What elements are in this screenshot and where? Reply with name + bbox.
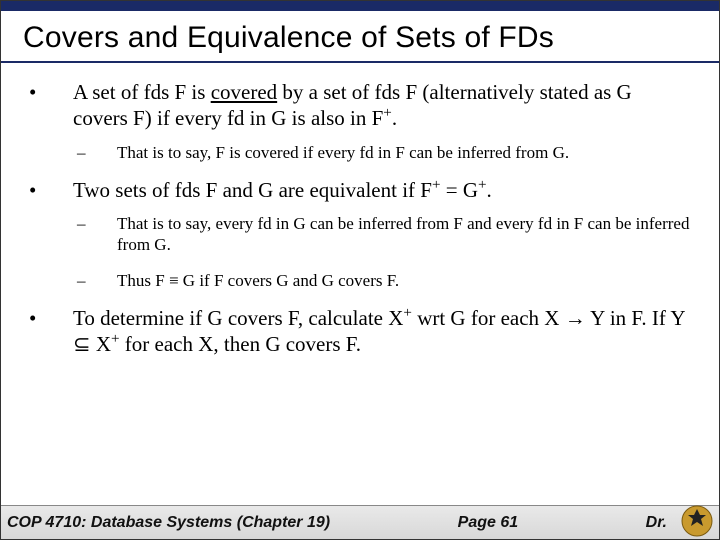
bullet-item: • Two sets of fds F and G are equivalent… [25, 177, 691, 203]
subbullet-text: That is to say, F is covered if every fd… [117, 142, 691, 163]
bullet-marker: • [25, 79, 73, 132]
subbullet-marker: – [77, 270, 117, 291]
ucf-logo-icon [681, 505, 713, 537]
footer-bar: COP 4710: Database Systems (Chapter 19) … [1, 505, 719, 539]
bullet-text: Two sets of fds F and G are equivalent i… [73, 177, 691, 203]
subbullet-marker: – [77, 213, 117, 256]
subbullet-marker: – [77, 142, 117, 163]
slide-body: • A set of fds F is covered by a set of … [1, 63, 719, 357]
subbullet-text: That is to say, every fd in G can be inf… [117, 213, 691, 256]
subbullet-item: – That is to say, F is covered if every … [25, 142, 691, 163]
bullet-item: • A set of fds F is covered by a set of … [25, 79, 691, 132]
top-bar [1, 1, 719, 11]
bullet-marker: • [25, 305, 73, 358]
footer-page: Page 61 [330, 514, 646, 532]
slide: Covers and Equivalence of Sets of FDs • … [0, 0, 720, 540]
bullet-text: To determine if G covers F, calculate X+… [73, 305, 691, 358]
subbullet-text: Thus F ≡ G if F covers G and G covers F. [117, 270, 691, 291]
subbullet-item: – Thus F ≡ G if F covers G and G covers … [25, 270, 691, 291]
subbullet-item: – That is to say, every fd in G can be i… [25, 213, 691, 256]
bullet-marker: • [25, 177, 73, 203]
bullet-item: • To determine if G covers F, calculate … [25, 305, 691, 358]
footer-course: COP 4710: Database Systems (Chapter 19) [7, 514, 330, 532]
slide-title: Covers and Equivalence of Sets of FDs [1, 11, 719, 59]
bullet-text: A set of fds F is covered by a set of fd… [73, 79, 691, 132]
